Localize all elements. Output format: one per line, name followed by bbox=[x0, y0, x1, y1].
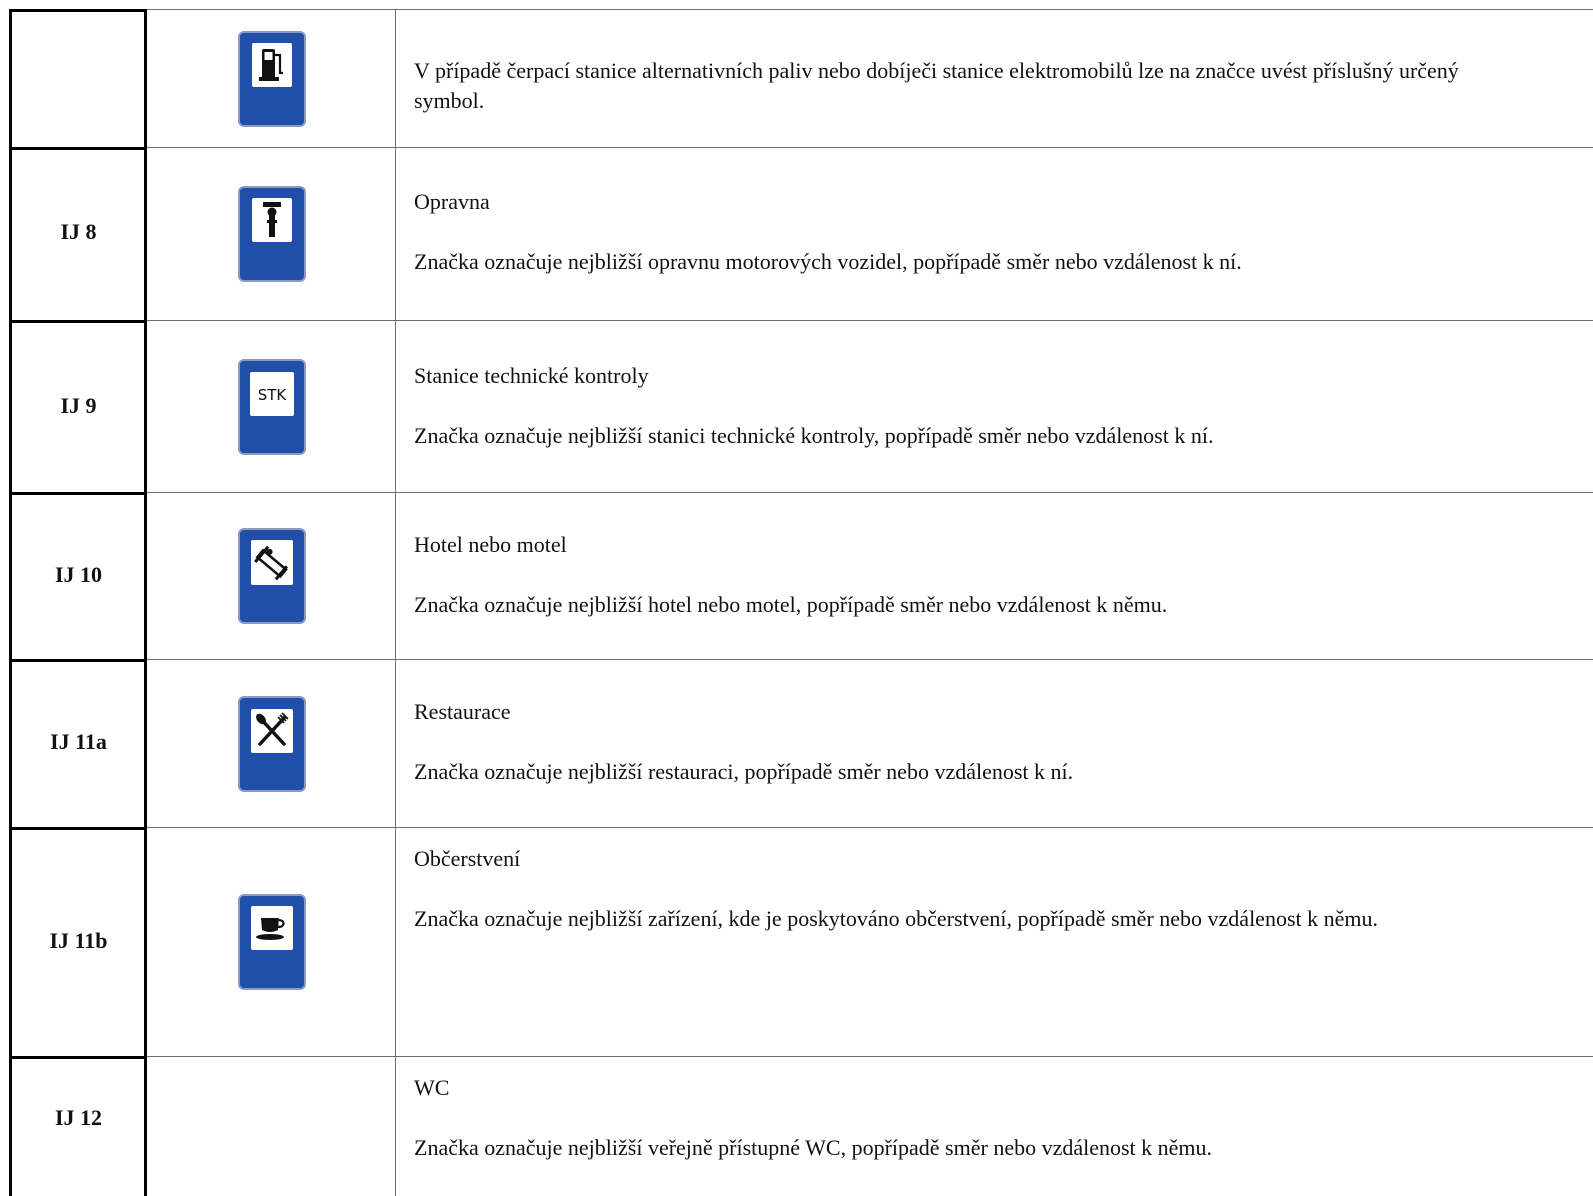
row-code: IJ 8 bbox=[60, 219, 97, 244]
table-border-left bbox=[9, 10, 12, 1196]
row-title: Hotel nebo motel bbox=[414, 532, 567, 557]
sign-cell bbox=[148, 148, 396, 320]
row-text: Značka označuje nejbližší stanici techni… bbox=[414, 423, 1214, 448]
row-description: Hotel nebo motel Značka označuje nejbliž… bbox=[414, 530, 1534, 620]
stk-sign-icon: STK bbox=[238, 358, 306, 455]
repair-shop-sign-icon bbox=[238, 186, 306, 282]
table-row-border bbox=[9, 659, 147, 662]
stk-sign-label: STK bbox=[258, 386, 288, 404]
row-description: Občerstvení Značka označuje nejbližší za… bbox=[414, 844, 1534, 934]
row-description: WC Značka označuje nejbližší veřejně pří… bbox=[414, 1073, 1534, 1163]
table-row-border bbox=[9, 492, 147, 495]
hotel-bed-sign-icon bbox=[238, 528, 306, 624]
fuel-station-sign-icon bbox=[238, 30, 306, 127]
table-row-border bbox=[9, 9, 147, 12]
row-code: IJ 12 bbox=[54, 1105, 103, 1130]
row-description: Stanice technické kontroly Značka označu… bbox=[414, 361, 1534, 451]
row-title: Restaurace bbox=[414, 699, 511, 724]
row-text: Značka označuje nejbližší restauraci, po… bbox=[414, 759, 1074, 784]
row-title: WC bbox=[414, 1075, 450, 1100]
row-text: Značka označuje nejbližší hotel nebo mot… bbox=[414, 592, 1168, 617]
row-title: Stanice technické kontroly bbox=[414, 363, 649, 388]
sign-cell bbox=[148, 1057, 396, 1196]
row-code: IJ 9 bbox=[60, 393, 97, 418]
sign-cell bbox=[148, 828, 396, 1056]
row-text: Značka označuje nejbližší veřejně přístu… bbox=[414, 1135, 1213, 1160]
row-description: Opravna Značka označuje nejbližší opravn… bbox=[414, 187, 1534, 277]
table-row-border bbox=[9, 320, 147, 323]
row-title: Opravna bbox=[414, 189, 490, 214]
row-text: Značka označuje nejbližší zařízení, kde … bbox=[414, 906, 1378, 931]
row-text: V případě čerpací stanice alternativních… bbox=[414, 58, 1459, 113]
table-divider-code bbox=[144, 10, 147, 1196]
sign-cell bbox=[148, 493, 396, 659]
sign-cell: STK bbox=[148, 321, 396, 492]
row-description: Restaurace Značka označuje nejbližší res… bbox=[414, 697, 1534, 787]
row-code: IJ 11b bbox=[49, 928, 108, 953]
table-row-border bbox=[9, 1056, 147, 1059]
row-code: IJ 11a bbox=[50, 729, 107, 754]
sign-cell bbox=[148, 10, 396, 147]
row-text: Značka označuje nejbližší opravnu motoro… bbox=[414, 249, 1242, 274]
table-row-border bbox=[9, 147, 147, 150]
road-sign-table: V případě čerpací stanice alternativních… bbox=[0, 0, 1593, 1196]
row-code: IJ 10 bbox=[54, 562, 103, 587]
table-row-border bbox=[9, 827, 147, 830]
row-description: V případě čerpací stanice alternativních… bbox=[414, 56, 1534, 116]
sign-cell bbox=[148, 660, 396, 827]
restaurant-sign-icon bbox=[238, 695, 306, 792]
refreshment-cup-sign-icon bbox=[238, 894, 306, 990]
row-title: Občerstvení bbox=[414, 846, 521, 871]
